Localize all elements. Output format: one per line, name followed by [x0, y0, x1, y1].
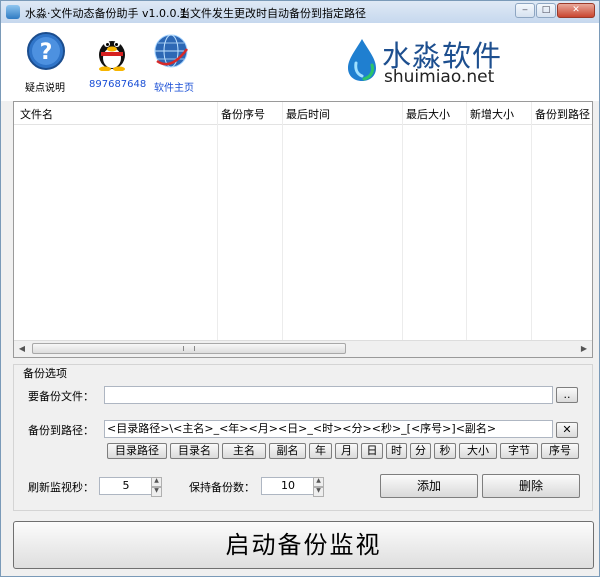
backup-options-title: 备份选项: [21, 365, 69, 381]
scroll-right-icon[interactable]: ▶: [576, 341, 592, 356]
start-monitor-button[interactable]: 启动备份监视: [13, 521, 594, 569]
file-label: 要备份文件：: [28, 390, 94, 403]
minimize-icon[interactable]: ‒: [515, 3, 535, 18]
window-title-note: 当文件发生更改时自动备份到指定路径: [179, 7, 366, 20]
token-main-name-button[interactable]: 主名: [222, 443, 266, 459]
keep-count-input[interactable]: 10: [261, 477, 315, 495]
browse-button[interactable]: ..: [556, 387, 578, 403]
globe-icon[interactable]: [151, 31, 191, 71]
window-title: 水淼·文件动态备份助手 v1.0.0.1: [25, 7, 187, 20]
qq-penguin-icon[interactable]: [92, 31, 132, 71]
token-day-button[interactable]: 日: [361, 443, 383, 459]
token-year-button[interactable]: 年: [309, 443, 332, 459]
token-ext-name-button[interactable]: 副名: [269, 443, 306, 459]
column-divider: [466, 102, 467, 344]
refresh-interval-label: 刷新监视秒：: [28, 481, 94, 494]
column-divider: [217, 102, 218, 344]
col-added-size[interactable]: 新增大小: [470, 106, 514, 122]
help-icon[interactable]: ?: [26, 31, 66, 71]
refresh-interval-stepper[interactable]: ▲ ▼: [151, 477, 162, 497]
token-seq-button[interactable]: 序号: [541, 443, 579, 459]
keep-count-label: 保持备份数：: [189, 481, 255, 494]
token-minute-button[interactable]: 分: [410, 443, 431, 459]
column-divider: [531, 102, 532, 344]
add-button[interactable]: 添加: [380, 474, 478, 498]
col-filename[interactable]: 文件名: [20, 106, 53, 122]
table-header: 文件名 备份序号 最后时间 最后大小 新增大小 备份到路径: [14, 102, 592, 125]
logo-text-en: shuimiao.net: [384, 67, 495, 87]
app-icon: [6, 5, 20, 19]
token-second-button[interactable]: 秒: [434, 443, 456, 459]
toolbar-header: ? 疑点说明 897687648 软件主页 水淼软件 shuimiao.net: [1, 23, 599, 101]
token-dir-name-button[interactable]: 目录名: [170, 443, 219, 459]
col-last-time[interactable]: 最后时间: [286, 106, 330, 122]
logo-water-drop-icon: [348, 39, 376, 81]
delete-button[interactable]: 删除: [482, 474, 580, 498]
scroll-left-icon[interactable]: ◀: [14, 341, 30, 356]
column-divider: [282, 102, 283, 344]
scroll-thumb[interactable]: [32, 343, 346, 354]
token-size-button[interactable]: 大小: [459, 443, 497, 459]
token-month-button[interactable]: 月: [335, 443, 358, 459]
path-input[interactable]: <目录路径>\<主名>_<年><月><日>_<时><分><秒>_[<序号>]<副…: [104, 420, 553, 438]
app-window: 水淼·文件动态备份助手 v1.0.0.1 当文件发生更改时自动备份到指定路径 ‒…: [0, 0, 600, 577]
svg-text:?: ?: [40, 40, 53, 65]
column-divider: [402, 102, 403, 344]
file-list-table[interactable]: 文件名 备份序号 最后时间 最后大小 新增大小 备份到路径 ◀ ▶: [13, 101, 593, 358]
token-dir-path-button[interactable]: 目录路径: [107, 443, 167, 459]
help-label[interactable]: 疑点说明: [25, 79, 65, 94]
qq-number-link[interactable]: 897687648: [89, 79, 146, 90]
refresh-interval-input[interactable]: 5: [99, 477, 153, 495]
title-bar: 水淼·文件动态备份助手 v1.0.0.1 当文件发生更改时自动备份到指定路径 ‒…: [1, 1, 599, 24]
keep-count-stepper[interactable]: ▲ ▼: [313, 477, 324, 497]
homepage-link[interactable]: 软件主页: [154, 79, 194, 94]
token-hour-button[interactable]: 时: [386, 443, 407, 459]
maximize-icon[interactable]: □: [536, 3, 556, 18]
col-backup-seq[interactable]: 备份序号: [221, 106, 265, 122]
token-bytes-button[interactable]: 字节: [500, 443, 538, 459]
col-last-size[interactable]: 最后大小: [406, 106, 450, 122]
horizontal-scrollbar[interactable]: ◀ ▶: [14, 340, 592, 357]
clear-path-button[interactable]: ✕: [556, 422, 578, 438]
file-input[interactable]: [104, 386, 553, 404]
col-backup-path[interactable]: 备份到路径: [535, 106, 590, 122]
close-icon[interactable]: ✕: [557, 3, 595, 18]
path-label: 备份到路径：: [28, 424, 94, 437]
